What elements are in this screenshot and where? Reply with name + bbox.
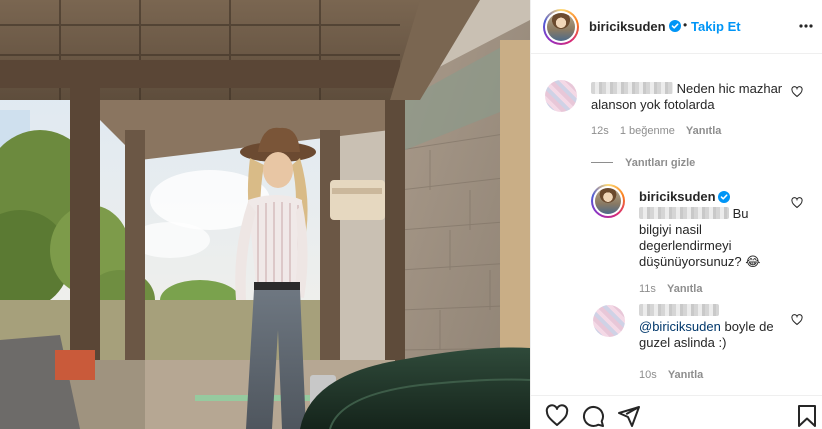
reply-like-heart-icon[interactable] (791, 197, 803, 209)
post-photo[interactable] (0, 0, 530, 429)
commenter-avatar[interactable] (545, 80, 577, 112)
verified-badge-icon (718, 191, 730, 203)
hide-replies-line (591, 162, 613, 163)
comment-icon[interactable] (581, 404, 605, 428)
reply-time: 10s (639, 369, 657, 381)
post-photo-illustration (0, 0, 530, 429)
verified-badge-icon (669, 20, 681, 32)
reply-meta: 11s Yanıtla (639, 283, 710, 295)
comment-body: Neden hic mazhar alanson yok fotolarda (591, 81, 791, 113)
reply-like-heart-icon[interactable] (791, 314, 803, 326)
bookmark-icon[interactable] (795, 404, 819, 428)
share-icon[interactable] (617, 404, 641, 428)
reply-reply-button[interactable]: Yanıtla (668, 369, 703, 381)
comment-like-heart-icon[interactable] (791, 86, 803, 98)
more-options-icon[interactable] (798, 18, 814, 34)
hide-replies-toggle[interactable]: Yanıtları gizle (591, 157, 695, 169)
commenter-username-blurred[interactable] (591, 82, 673, 94)
reply-body: Bu bilgiyi nasil degerlendirmeyi düşünüy… (639, 206, 779, 270)
comment-meta: 12s 1 beğenme Yanıtla (591, 125, 729, 137)
reply-meta: 10s Yanıtla (639, 369, 711, 381)
follow-button[interactable]: Takip Et (691, 19, 741, 34)
reply-body: @biriciksuden boyle de guzel aslinda :) (639, 303, 779, 351)
post-side-panel: biriciksuden • Takip Et Neden hic mazhar… (530, 0, 822, 429)
post-header: biriciksuden • Takip Et (531, 0, 822, 54)
author-username[interactable]: biriciksuden (589, 19, 666, 34)
reply-reply-button[interactable]: Yanıtla (667, 283, 702, 295)
replier-avatar[interactable] (593, 305, 625, 337)
author-avatar[interactable] (543, 9, 579, 45)
reply-author-avatar[interactable] (591, 184, 625, 218)
comment-time: 12s (591, 125, 609, 137)
comment-reply-button[interactable]: Yanıtla (686, 125, 721, 137)
separator-dot: • (683, 18, 688, 32)
reply-time: 11s (639, 283, 656, 295)
instagram-post-view: biriciksuden • Takip Et Neden hic mazhar… (0, 0, 822, 429)
mentioned-username-blurred[interactable] (639, 207, 729, 219)
comment-likes[interactable]: 1 beğenme (620, 125, 675, 137)
reply-author-username[interactable]: biriciksuden (639, 189, 716, 204)
replier-username-blurred[interactable] (639, 304, 719, 316)
post-action-bar (531, 395, 822, 429)
hide-replies-label: Yanıtları gizle (625, 157, 696, 169)
heart-icon[interactable] (545, 404, 569, 428)
comments-list: Neden hic mazhar alanson yok fotolarda 1… (531, 55, 822, 395)
reply-mention-link[interactable]: @biriciksuden (639, 319, 721, 334)
